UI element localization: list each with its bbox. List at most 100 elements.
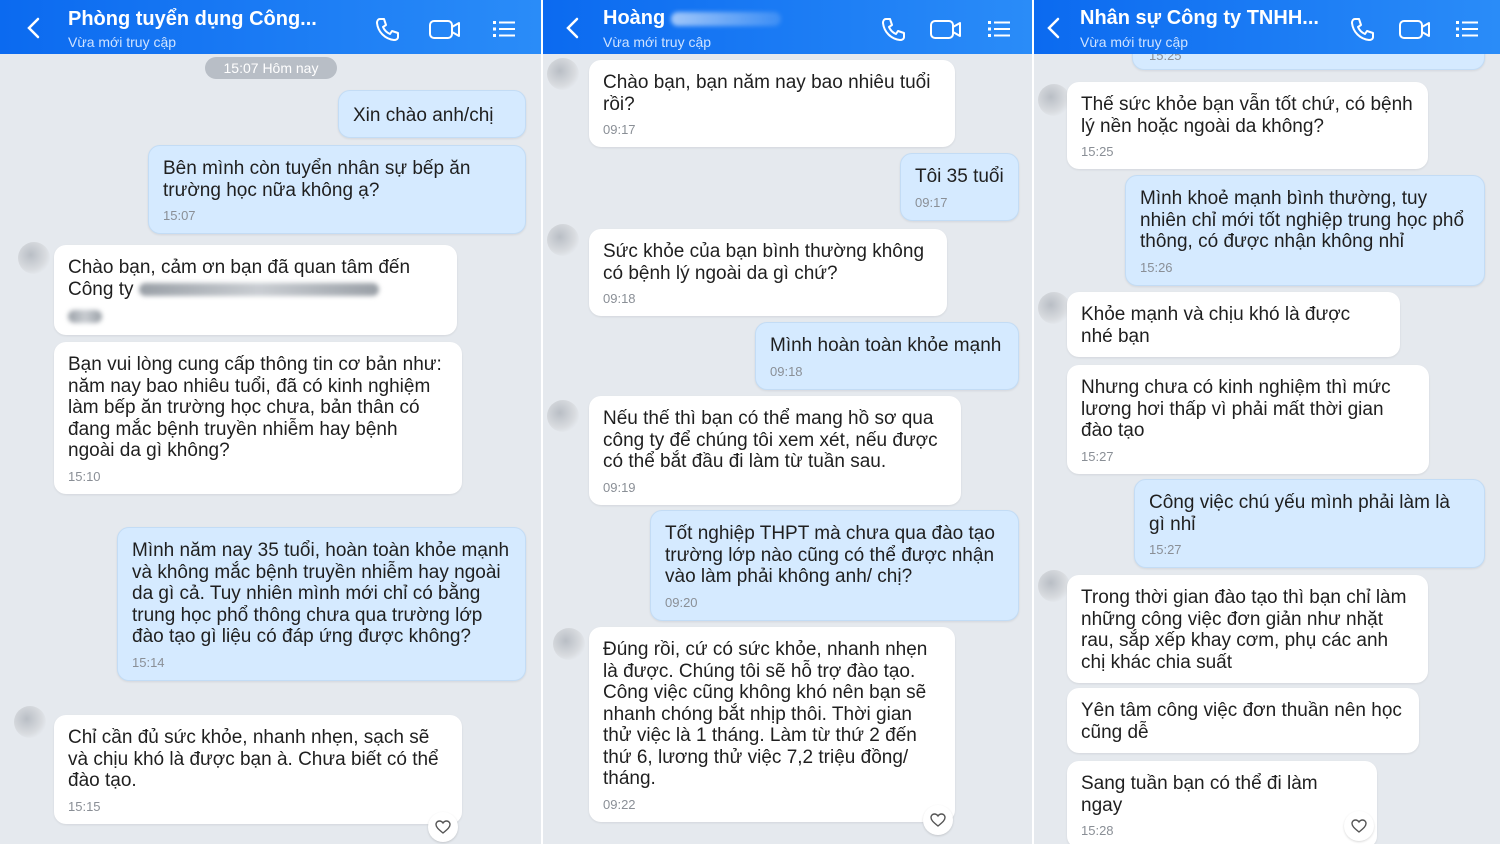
video-call-icon[interactable]	[1398, 15, 1432, 43]
message-time: 09:17	[603, 122, 636, 137]
video-call-icon[interactable]	[929, 15, 963, 43]
message-text: Sức khỏe của bạn bình thường không có bệ…	[603, 241, 925, 284]
menu-list-icon[interactable]	[985, 15, 1013, 43]
chat-header: Hoàng Vừa mới truy cập	[543, 0, 1032, 54]
message-bubble-outgoing[interactable]: Mình hoàn toàn khỏe mạnh 09:18	[755, 322, 1019, 390]
message-bubble-outgoing[interactable]: Mình năm nay 35 tuổi, hoàn toàn khỏe mạn…	[117, 527, 526, 681]
back-arrow-icon[interactable]	[563, 16, 583, 40]
redacted-company-name	[138, 282, 379, 296]
message-text: Chào bạn, bạn năm nay bao nhiêu tuổi rồi…	[603, 72, 931, 115]
message-time: 15:10	[68, 468, 101, 484]
message-text: Nếu thế thì bạn có thể mang hồ sơ qua cô…	[603, 408, 938, 472]
message-bubble-incoming[interactable]: Chào bạn, bạn năm nay bao nhiêu tuổi rồi…	[589, 60, 955, 147]
message-time: 15:28	[1081, 823, 1114, 838]
message-text: Sang tuần bạn có thể đi làm ngay	[1081, 773, 1318, 816]
sender-avatar[interactable]	[553, 628, 585, 660]
phone-icon[interactable]	[373, 15, 401, 43]
menu-list-icon[interactable]	[1453, 15, 1481, 43]
message-text: Bạn vui lòng cung cấp thông tin cơ bản n…	[68, 354, 442, 461]
message-text: Mình hoàn toàn khỏe mạnh	[770, 335, 1002, 356]
message-time: 15:25	[1081, 144, 1114, 159]
back-arrow-icon[interactable]	[24, 16, 44, 40]
message-bubble-incoming[interactable]: Chào bạn, cảm ơn bạn đã quan tâm đến Côn…	[54, 245, 457, 335]
message-text: Bên mình còn tuyển nhân sự bếp ăn trường…	[163, 158, 471, 201]
message-time: 15:26	[1140, 259, 1173, 275]
chat-panel-3: 15:25 Nhân sự Công ty TNHH... Vừa mới tr…	[1034, 0, 1500, 844]
video-call-icon[interactable]	[428, 15, 462, 43]
message-bubble-incoming[interactable]: Chỉ cần đủ sức khỏe, nhanh nhẹn, sạch sẽ…	[54, 715, 462, 824]
message-bubble-incoming[interactable]: Sức khỏe của bạn bình thường không có bệ…	[589, 229, 947, 316]
message-time: 09:19	[603, 479, 636, 495]
chat-title[interactable]: Hoàng	[603, 7, 782, 30]
message-bubble-incoming[interactable]: Đúng rồi, cứ có sức khỏe, nhanh nhẹn là …	[589, 627, 955, 822]
phone-icon[interactable]	[1348, 15, 1376, 43]
message-text: Xin chào anh/chị	[353, 105, 494, 126]
sender-avatar[interactable]	[1038, 84, 1070, 116]
chat-panel-1: Phòng tuyển dụng Công... Vừa mới truy cậ…	[0, 0, 541, 844]
message-time: 09:22	[603, 796, 636, 812]
chat-title[interactable]: Phòng tuyển dụng Công...	[68, 8, 317, 31]
heart-icon	[1351, 819, 1367, 833]
message-bubble-incoming[interactable]: Nhưng chưa có kinh nghiệm thì mức lương …	[1067, 365, 1429, 474]
message-time: 15:27	[1081, 448, 1114, 464]
message-text: Đúng rồi, cứ có sức khỏe, nhanh nhẹn là …	[603, 639, 928, 789]
react-heart-button[interactable]	[923, 805, 953, 835]
message-text: Tốt nghiệp THPT mà chưa qua đào tạo trườ…	[665, 523, 995, 587]
sender-avatar[interactable]	[1038, 570, 1070, 602]
sender-avatar[interactable]	[14, 706, 46, 738]
chat-panel-2: Hoàng Vừa mới truy cập Chào bạn, bạn năm…	[543, 0, 1032, 844]
back-arrow-icon[interactable]	[1044, 16, 1064, 40]
message-text: Công việc chú yếu mình phải làm là gì nh…	[1149, 492, 1450, 535]
redacted-text	[68, 310, 102, 324]
message-bubble-incoming[interactable]: Nếu thế thì bạn có thể mang hồ sơ qua cô…	[589, 396, 961, 505]
message-time: 09:18	[770, 363, 803, 379]
heart-icon	[930, 813, 946, 827]
menu-list-icon[interactable]	[490, 15, 518, 43]
date-separator: 15:07 Hôm nay	[205, 57, 337, 79]
phone-icon[interactable]	[879, 15, 907, 43]
chat-header: Nhân sự Công ty TNHH... Vừa mới truy cập	[1034, 0, 1500, 54]
message-time: 15:14	[132, 654, 165, 670]
react-heart-button[interactable]	[1344, 811, 1374, 841]
message-time: 09:18	[603, 291, 636, 306]
react-heart-button[interactable]	[428, 812, 458, 842]
message-bubble-outgoing[interactable]: Bên mình còn tuyển nhân sự bếp ăn trường…	[148, 145, 526, 234]
message-time: 09:20	[665, 594, 698, 610]
message-bubble-outgoing[interactable]: Mình khoẻ mạnh bình thường, tuy nhiên ch…	[1125, 175, 1485, 286]
sender-avatar[interactable]	[547, 400, 579, 432]
message-bubble-outgoing[interactable]: Công việc chú yếu mình phải làm là gì nh…	[1134, 479, 1485, 568]
sender-avatar[interactable]	[18, 242, 50, 274]
sender-avatar[interactable]	[547, 58, 579, 90]
sender-avatar[interactable]	[1038, 292, 1070, 324]
message-text: Chỉ cần đủ sức khỏe, nhanh nhẹn, sạch sẽ…	[68, 727, 439, 791]
message-text: Yên tâm công việc đơn thuần nên học cũng…	[1081, 700, 1402, 743]
message-time: 09:17	[915, 194, 948, 210]
message-bubble-incoming[interactable]: Sang tuần bạn có thể đi làm ngay 15:28	[1067, 761, 1377, 844]
message-bubble-outgoing[interactable]: Tốt nghiệp THPT mà chưa qua đào tạo trườ…	[650, 510, 1019, 621]
message-time: 15:07	[163, 208, 196, 223]
message-time: 15:15	[68, 798, 101, 814]
message-bubble-incoming[interactable]: Khỏe mạnh và chịu khó là được nhé bạn	[1067, 292, 1400, 357]
message-bubble-outgoing[interactable]: Tôi 35 tuổi 09:17	[900, 153, 1019, 221]
message-text: Tôi 35 tuổi	[915, 166, 1004, 187]
chat-status: Vừa mới truy cập	[1080, 34, 1189, 50]
message-bubble-outgoing[interactable]: Xin chào anh/chị	[338, 90, 526, 138]
chat-title[interactable]: Nhân sự Công ty TNHH...	[1080, 7, 1319, 30]
message-bubble-incoming[interactable]: Yên tâm công việc đơn thuần nên học cũng…	[1067, 688, 1419, 753]
message-text: Mình khoẻ mạnh bình thường, tuy nhiên ch…	[1140, 188, 1465, 252]
message-text: Khỏe mạnh và chịu khó là được nhé bạn	[1081, 304, 1351, 347]
message-bubble-incoming[interactable]: Bạn vui lòng cung cấp thông tin cơ bản n…	[54, 342, 462, 494]
chat-header: Phòng tuyển dụng Công... Vừa mới truy cậ…	[0, 0, 541, 54]
sender-avatar[interactable]	[547, 224, 579, 256]
message-text: Nhưng chưa có kinh nghiệm thì mức lương …	[1081, 377, 1391, 441]
redacted-name	[671, 11, 782, 26]
message-time: 15:27	[1149, 542, 1182, 557]
message-bubble-incoming[interactable]: Thế sức khỏe bạn vẫn tốt chứ, có bệnh lý…	[1067, 82, 1428, 169]
chat-status: Vừa mới truy cập	[603, 34, 712, 50]
chat-status: Vừa mới truy cập	[68, 34, 177, 50]
message-text: Trong thời gian đào tạo thì bạn chỉ làm …	[1081, 587, 1407, 673]
message-text: Chào bạn, cảm ơn bạn đã quan tâm đến Côn…	[68, 257, 411, 300]
message-text: Thế sức khỏe bạn vẫn tốt chứ, có bệnh lý…	[1081, 94, 1413, 137]
message-bubble-incoming[interactable]: Trong thời gian đào tạo thì bạn chỉ làm …	[1067, 575, 1428, 683]
message-text: Mình năm nay 35 tuổi, hoàn toàn khỏe mạn…	[132, 540, 510, 647]
